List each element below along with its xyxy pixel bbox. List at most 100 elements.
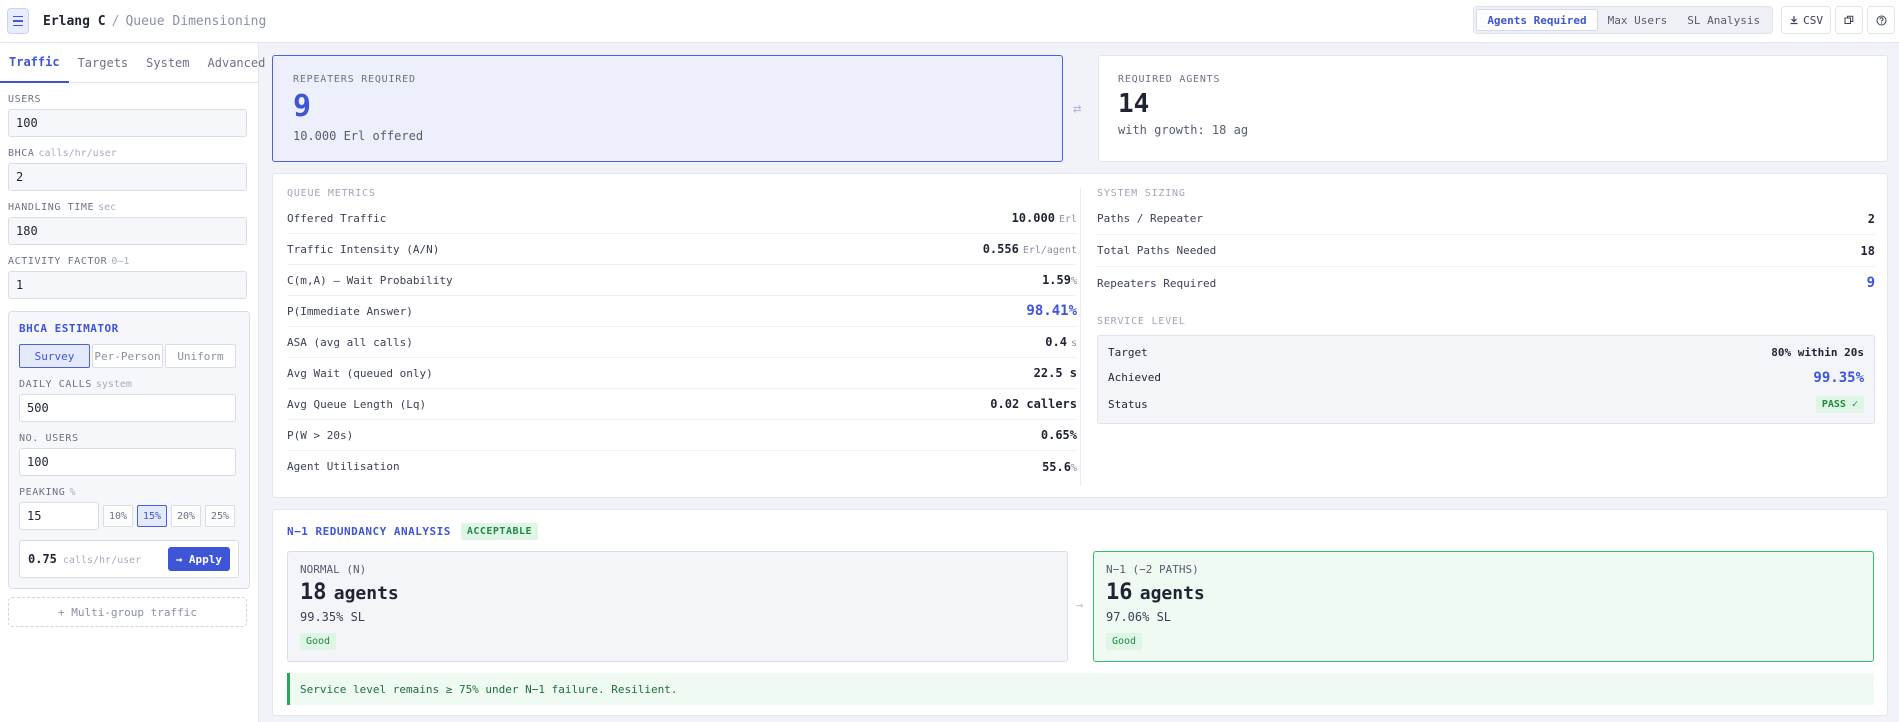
users-label: USERS xyxy=(8,94,42,105)
arrow-right-icon: → xyxy=(1076,598,1084,612)
metric-label: P(W > 20s) xyxy=(287,428,354,442)
sizing-label: Total Paths Needed xyxy=(1097,244,1217,257)
method-uniform[interactable]: Uniform xyxy=(165,344,236,368)
normal-grade-badge: Good xyxy=(300,633,337,650)
hamburger-icon[interactable] xyxy=(7,8,29,34)
metric-value: 1.59 xyxy=(1042,273,1071,287)
repeaters-kpi-sub: 10.000 Erl offered xyxy=(293,129,424,143)
queue-metrics-title: QUEUE METRICS xyxy=(287,188,376,199)
sizing-label: Paths / Repeater xyxy=(1097,212,1203,225)
n1-sl: 97.06% SL xyxy=(1106,610,1172,624)
handling-time-label: HANDLING TIME sec xyxy=(8,202,117,213)
sizing-label: Repeaters Required xyxy=(1097,276,1217,290)
sl-status-row: Status PASS ✓ xyxy=(1098,390,1874,419)
help-button[interactable] xyxy=(1867,6,1895,34)
system-sizing-table: Paths / Repeater 2 Total Paths Needed 18 Rep… xyxy=(1097,203,1875,299)
handling-time-input[interactable] xyxy=(8,217,247,245)
no-users-label: NO. USERS xyxy=(19,433,79,444)
queue-metric-row: P(Immediate Answer) 98.41% xyxy=(287,296,1077,327)
agents-kpi-value: 14 xyxy=(1118,89,1150,119)
bhca-input[interactable] xyxy=(8,163,247,191)
metric-value-group: 0.4 s xyxy=(1045,335,1077,349)
metric-value: 0.556 xyxy=(982,242,1019,256)
sl-target-value: 80% within 20s xyxy=(1771,346,1864,359)
repeaters-kpi-card: REPEATERS REQUIRED 9 10.000 Erl offered xyxy=(272,55,1063,162)
queue-metrics-table: Offered Traffic 10.000 Erl Traffic Intensit… xyxy=(287,203,1077,482)
copy-icon xyxy=(1844,15,1854,24)
method-per-person[interactable]: Per-Person xyxy=(92,344,163,368)
metric-value: 22.5 s xyxy=(1033,366,1077,380)
daily-calls-label: DAILY CALLS system xyxy=(19,379,132,390)
metric-value-group: 0.556 Erl/agent xyxy=(983,242,1077,256)
activity-factor-unit: 0–1 xyxy=(111,256,130,267)
mode-switcher: Agents Required Max Users SL Analysis xyxy=(1473,6,1774,34)
n1-agents-unit: agents xyxy=(1139,583,1205,604)
apply-button[interactable]: → Apply xyxy=(167,547,230,571)
queue-metric-row: ASA (avg all calls) 0.4 s xyxy=(287,327,1077,358)
metric-label: Avg Queue Length (Lq) xyxy=(287,397,427,411)
activity-factor-label: ACTIVITY FACTOR 0–1 xyxy=(8,256,130,267)
service-level-box: Target 80% within 20s Achieved 99.35% St… xyxy=(1097,335,1875,424)
normal-sl: 99.35% SL xyxy=(300,610,366,624)
system-sizing-row: Total Paths Needed 18 xyxy=(1097,235,1875,267)
metric-value-group: 0.65% xyxy=(1041,428,1077,442)
normal-scenario-label: NORMAL (N) xyxy=(300,563,367,576)
n1-scenario-label: N−1 (−2 PATHS) xyxy=(1106,563,1199,576)
tab-traffic[interactable]: Traffic xyxy=(0,43,69,83)
metric-value: 0.4 xyxy=(1045,335,1067,349)
mode-max-users[interactable]: Max Users xyxy=(1598,9,1678,31)
sidebar-tabs: Traffic Targets System Advanced xyxy=(0,43,265,83)
tab-targets[interactable]: Targets xyxy=(69,43,138,83)
metric-value: 55.6 xyxy=(1042,459,1071,474)
metric-value: 0.65% xyxy=(1040,428,1077,442)
bhca-label: BHCA calls/hr/user xyxy=(8,148,117,159)
peaking-input[interactable] xyxy=(19,502,99,530)
metric-label: P(Immediate Answer) xyxy=(287,304,413,318)
estimator-result: 0.75 calls/hr/user → Apply xyxy=(19,540,239,578)
agents-kpi-card: REQUIRED AGENTS 14 with growth: 18 ag xyxy=(1098,55,1888,162)
queue-metric-row: Offered Traffic 10.000 Erl xyxy=(287,203,1077,234)
repeaters-kpi-value: 9 xyxy=(293,89,312,124)
repeaters-kpi-label: REPEATERS REQUIRED xyxy=(293,74,416,85)
metric-label: C(m,A) — Wait Probability xyxy=(287,273,453,287)
sl-achieved-value: 99.35% xyxy=(1813,369,1864,386)
tab-system[interactable]: System xyxy=(137,43,198,83)
peak-chip-10[interactable]: 10% xyxy=(103,505,133,527)
metric-label: Agent Utilisation xyxy=(287,460,400,473)
download-icon xyxy=(1790,16,1798,25)
estimator-method-selector: Survey Per-Person Uniform xyxy=(19,344,239,368)
tab-advanced[interactable]: Advanced xyxy=(199,43,275,83)
n1-scenario-box: N−1 (−2 PATHS) 16 agents 97.06% SL Good xyxy=(1093,551,1874,662)
queue-metric-row: Avg Queue Length (Lq) 0.02 callers xyxy=(287,389,1077,420)
system-sizing-row: Paths / Repeater 2 xyxy=(1097,203,1875,235)
sl-achieved-label: Achieved xyxy=(1108,371,1161,384)
queue-metric-row: Agent Utilisation 55.6% xyxy=(287,451,1077,482)
swap-arrows-icon[interactable]: ⇄ xyxy=(1073,101,1081,117)
metric-value-group: 55.6% xyxy=(1042,460,1077,474)
service-level-title: SERVICE LEVEL xyxy=(1097,316,1186,327)
estimator-result-unit: calls/hr/user xyxy=(62,555,142,566)
peak-chip-15[interactable]: 15% xyxy=(137,505,167,527)
queue-metric-row: Avg Wait (queued only) 22.5 s xyxy=(287,358,1077,389)
peaking-unit: % xyxy=(69,487,76,498)
mode-sl-analysis[interactable]: SL Analysis xyxy=(1677,9,1770,31)
users-input[interactable] xyxy=(8,109,247,137)
peak-chip-25[interactable]: 25% xyxy=(205,505,235,527)
copy-button[interactable] xyxy=(1835,6,1863,34)
csv-label: CSV xyxy=(1803,13,1823,27)
sizing-value: 18 xyxy=(1860,243,1875,258)
peaking-label: PEAKING% xyxy=(19,487,76,498)
daily-calls-input[interactable] xyxy=(19,394,236,422)
system-sizing-row: Repeaters Required 9 xyxy=(1097,267,1875,299)
mode-agents-required[interactable]: Agents Required xyxy=(1476,9,1598,31)
activity-factor-input[interactable] xyxy=(8,271,247,299)
multi-group-traffic-button[interactable]: + Multi-group traffic xyxy=(8,597,247,627)
no-users-input[interactable] xyxy=(19,448,236,476)
n1-agents-value: 16 xyxy=(1106,580,1133,605)
method-survey[interactable]: Survey xyxy=(19,344,90,368)
peak-chip-20[interactable]: 20% xyxy=(171,505,201,527)
csv-export-button[interactable]: CSV xyxy=(1781,6,1831,34)
agents-kpi-label: REQUIRED AGENTS xyxy=(1118,74,1221,85)
metric-label: Traffic Intensity (A/N) xyxy=(287,242,440,256)
redundancy-message-text: Service level remains ≥ 75% under N−1 fa… xyxy=(300,682,678,696)
